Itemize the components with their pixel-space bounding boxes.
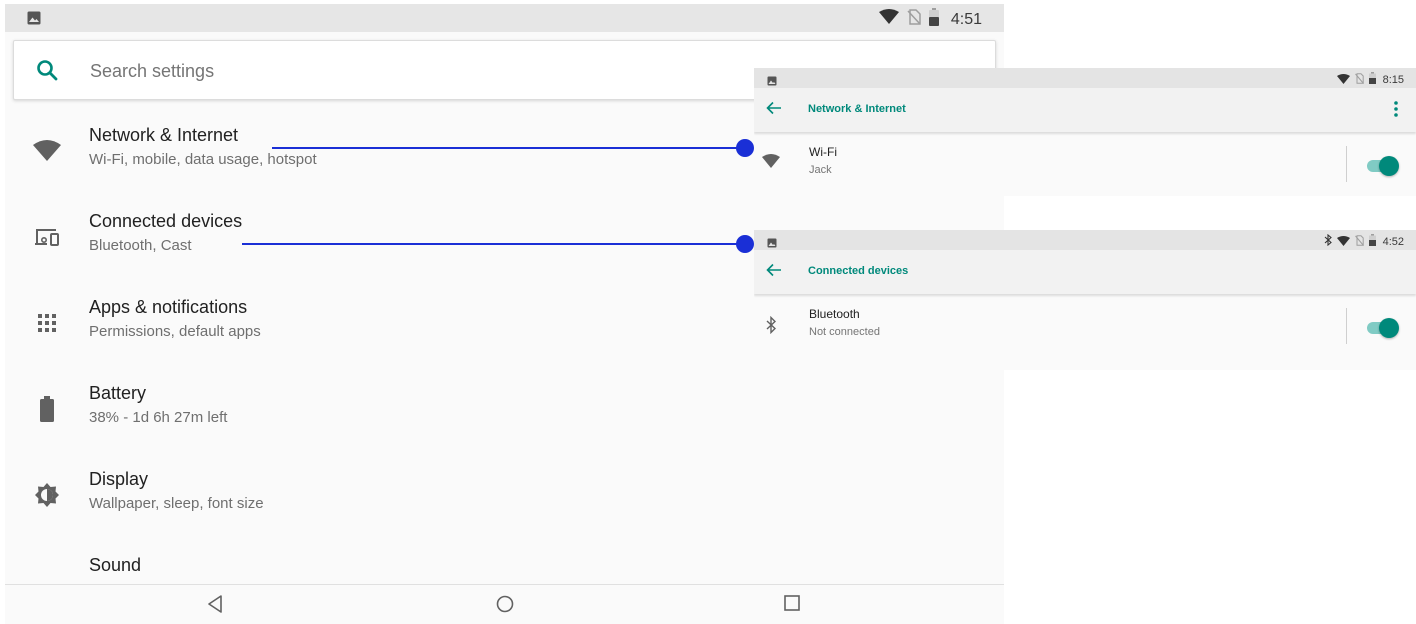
bluetooth-toggle[interactable] xyxy=(1367,318,1399,338)
bluetooth-status-icon xyxy=(1324,233,1332,251)
network-internet-screen: 8:15 Network & Internet Wi-Fi Jack xyxy=(754,68,1416,196)
navigation-bar xyxy=(5,584,1004,624)
more-options-icon[interactable] xyxy=(1394,101,1398,122)
status-bar: 4:51 xyxy=(5,4,1004,32)
row-subtitle: Not connected xyxy=(809,326,880,338)
toolbar: Connected devices xyxy=(754,250,1416,294)
settings-item-battery[interactable]: Battery 38% - 1d 6h 27m left xyxy=(5,366,1004,452)
toggle-thumb xyxy=(1379,156,1399,176)
wifi-signal-icon xyxy=(878,9,899,30)
back-arrow-icon[interactable] xyxy=(766,263,782,282)
search-icon[interactable] xyxy=(36,59,58,86)
no-sim-icon xyxy=(1354,233,1364,251)
row-title: Bluetooth xyxy=(809,307,860,321)
status-bar: 8:15 xyxy=(754,68,1416,88)
back-arrow-icon[interactable] xyxy=(766,101,782,120)
battery-status-icon xyxy=(928,8,939,31)
page-title: Connected devices xyxy=(808,265,909,277)
row-subtitle: Jack xyxy=(809,164,832,176)
status-bar: 4:52 xyxy=(754,230,1416,250)
settings-item-title: Sound xyxy=(89,555,142,575)
divider xyxy=(1346,308,1347,344)
bluetooth-row[interactable]: Bluetooth Not connected xyxy=(754,294,1416,358)
settings-item-display[interactable]: Display Wallpaper, sleep, font size xyxy=(5,452,1004,538)
settings-item-title: Network & Internet xyxy=(89,125,239,145)
image-notification-icon xyxy=(27,11,41,30)
wifi-icon xyxy=(762,154,780,173)
settings-item-title: Display xyxy=(89,469,149,489)
search-input[interactable] xyxy=(90,57,690,85)
brightness-icon xyxy=(33,481,61,509)
callout-line-devices xyxy=(242,243,746,245)
callout-line-network xyxy=(272,147,746,149)
battery-status-icon xyxy=(1368,71,1376,89)
toggle-thumb xyxy=(1379,318,1399,338)
bluetooth-icon xyxy=(766,315,777,339)
no-sim-icon xyxy=(1354,71,1364,89)
callout-dot-devices xyxy=(736,235,754,253)
settings-item-title: Connected devices xyxy=(89,211,243,231)
toolbar: Network & Internet xyxy=(754,88,1416,132)
back-icon[interactable] xyxy=(207,595,223,618)
settings-item-title: Apps & notifications xyxy=(89,297,248,317)
recents-icon[interactable] xyxy=(784,595,800,616)
settings-item-subtitle: Wallpaper, sleep, font size xyxy=(89,495,264,512)
wifi-row[interactable]: Wi-Fi Jack xyxy=(754,132,1416,196)
settings-item-subtitle: Wi-Fi, mobile, data usage, hotspot xyxy=(89,151,317,168)
settings-item-subtitle: 38% - 1d 6h 27m left xyxy=(89,409,228,426)
home-icon[interactable] xyxy=(496,595,514,618)
wifi-toggle[interactable] xyxy=(1367,156,1399,176)
settings-item-title: Battery xyxy=(89,383,147,403)
devices-icon xyxy=(33,223,61,251)
status-clock: 4:52 xyxy=(1382,236,1404,248)
settings-item-subtitle: Permissions, default apps xyxy=(89,323,261,340)
apps-grid-icon xyxy=(33,309,61,337)
connected-devices-screen: 4:52 Connected devices Bluetooth Not con… xyxy=(754,230,1416,370)
wifi-icon xyxy=(33,137,61,165)
callout-dot-network xyxy=(736,139,754,157)
page-title: Network & Internet xyxy=(808,103,906,115)
wifi-signal-icon xyxy=(1336,233,1350,251)
status-clock: 8:15 xyxy=(1382,74,1404,86)
no-sim-icon xyxy=(907,9,921,30)
battery-icon xyxy=(33,395,61,423)
settings-item-subtitle: Bluetooth, Cast xyxy=(89,237,192,254)
status-clock: 4:51 xyxy=(950,10,982,28)
divider xyxy=(1346,146,1347,182)
wifi-signal-icon xyxy=(1336,71,1350,89)
battery-status-icon xyxy=(1368,233,1376,251)
row-title: Wi-Fi xyxy=(809,145,837,159)
